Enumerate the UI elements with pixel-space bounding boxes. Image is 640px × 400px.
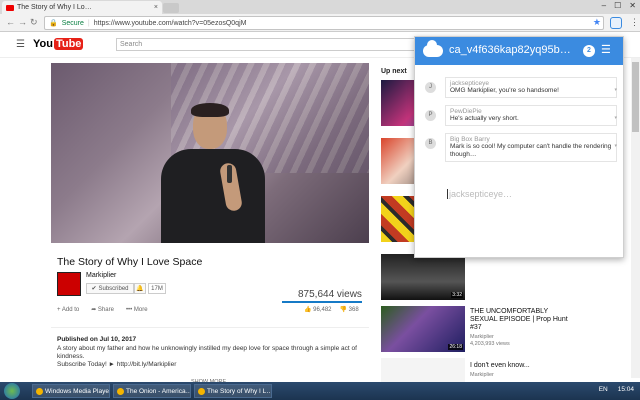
publish-date: Published on Jul 10, 2017 [57,336,137,343]
sidebar-thumbnail[interactable]: 26:18 [381,306,465,352]
search-input[interactable]: Search [116,38,416,51]
reload-icon[interactable]: ↻ [30,17,38,28]
forward-icon[interactable]: → [18,17,27,27]
thumbs-down-icon: 👎 [339,307,347,313]
like-ratio-bar [282,301,362,303]
taskbar-item-onion[interactable]: The Onion - America… [113,384,191,398]
sidebar-channel: Markiplier [470,334,494,340]
youtube-logo[interactable]: You Tube [33,38,84,50]
view-count: 875,644 views [298,289,362,300]
plus-icon: + [57,306,61,313]
avatar: P [425,110,436,121]
sidebar-views: 4,203,993 views [470,341,510,347]
close-icon[interactable]: × [154,4,158,11]
url-input[interactable]: 🔒 Secure | https://www.youtube.com/watch… [44,16,604,30]
chat-header: ca_v4f636kap82yq95b… 2 ☰ [415,37,623,65]
system-tray: EN 15:04 [599,386,634,393]
channel-name[interactable]: Markiplier [86,272,116,279]
more-button[interactable]: ••• More [126,307,148,313]
like-button[interactable]: 👍 96,482 [304,306,332,313]
message-author: Big Box Barry [450,136,490,143]
tab-title: The Story of Why I Lo… [17,4,92,11]
chat-popup: ca_v4f636kap82yq95b… 2 ☰ J jacksepticeye… [414,36,624,258]
video-duration: 26:18 [448,344,463,350]
start-button[interactable] [4,383,20,399]
message-author: PewDiePie [450,108,482,115]
avatar: J [425,82,436,93]
bookmark-star-icon[interactable]: ★ [593,17,601,28]
message-author: jacksepticeye [450,80,490,87]
chevron-down-icon[interactable]: ▾ [614,115,617,121]
microphone-icon [227,165,232,183]
video-duration: 3:32 [451,292,463,298]
guide-menu-icon[interactable]: ☰ [16,39,25,50]
clock[interactable]: 15:04 [618,386,634,393]
add-to-button[interactable]: + Add to [57,307,79,313]
language-indicator[interactable]: EN [599,386,608,393]
share-button[interactable]: ➦ Share [91,306,114,313]
video-title: The Story of Why I Love Space [57,256,203,268]
sidebar-video-title[interactable]: THE UNCOMFORTABLY SEXUAL EPISODE | Prop … [470,308,570,332]
tab-youtube[interactable]: The Story of Why I Lo… × [2,1,162,14]
dislike-button[interactable]: 👎 368 [340,306,359,313]
chevron-down-icon[interactable]: ▾ [614,143,617,149]
sidebar-channel: Markiplier [470,372,494,378]
share-icon: ➦ [91,307,97,313]
avatar: B [425,138,436,149]
message-body: He's actually very short. [450,115,519,122]
subscribe-button[interactable]: ✔ Subscribed [86,283,134,294]
message-body: Mark is so cool! My computer can't handl… [450,143,612,158]
sidebar-thumbnail[interactable] [381,358,465,382]
browser-tabstrip: The Story of Why I Lo… × – ☐ ✕ [0,0,640,14]
browser-menu-icon[interactable]: ⋮ [630,17,639,28]
page-scrollbar[interactable] [631,58,640,378]
message-input[interactable]: jacksepticeye… [447,189,512,199]
chat-message: J jacksepticeye OMG Markiplier, you're s… [421,77,621,99]
close-window-icon[interactable]: ✕ [629,1,636,10]
taskbar-item-story[interactable]: The Story of Why I L… [194,384,272,398]
chevron-down-icon[interactable]: ▾ [614,87,617,93]
sidebar-thumbnail[interactable]: 3:32 [381,254,465,300]
up-next-heading: Up next [381,68,407,75]
subscriber-count: 17M [148,283,166,294]
window-controls: – ☐ ✕ [602,1,636,10]
youtube-icon [6,4,14,11]
notification-bell-icon[interactable]: 🔔 [134,283,146,294]
minimize-icon[interactable]: – [602,1,606,10]
description-link[interactable]: Subscribe Today! ► http://bit.ly/Markipl… [57,361,357,369]
description-text: A story about my father and how he unkno… [57,345,357,360]
hamburger-menu-icon[interactable]: ☰ [601,43,611,56]
video-actions: + Add to ➦ Share ••• More [57,306,148,314]
more-dots-icon: ••• [125,306,133,313]
url-text: https://www.youtube.com/watch?v=05ezosQ0… [93,19,247,27]
room-id: ca_v4f636kap82yq95b… [449,44,571,56]
new-tab-button[interactable] [163,3,179,13]
video-frame-speaker [153,103,273,243]
user-count-badge: 2 [583,45,595,57]
video-description: Published on Jul 10, 2017 A story about … [51,327,369,385]
chat-message: B Big Box Barry Mark is so cool! My comp… [421,133,621,169]
windows-taskbar: Windows Media Player The Onion - America… [0,382,640,400]
secure-label: Secure [61,19,84,27]
sidebar-video-title[interactable]: I don't even know... [470,362,570,370]
message-body: OMG Markiplier, you're so handsome! [450,87,559,94]
cloud-icon [423,40,443,57]
like-dislike: 👍 96,482 👎 368 [304,306,359,313]
video-player[interactable] [51,63,369,243]
taskbar-item-media-player[interactable]: Windows Media Player [32,384,110,398]
chat-extension-icon[interactable] [610,17,622,29]
back-icon[interactable]: ← [6,17,15,27]
lock-icon: 🔒 [49,20,58,27]
channel-avatar[interactable] [57,272,81,296]
address-bar: ← → ↻ 🔒 Secure | https://www.youtube.com… [0,14,640,32]
maximize-icon[interactable]: ☐ [614,1,621,10]
chat-message: P PewDiePie He's actually very short. ▾ [421,105,621,127]
check-icon: ✔ [91,286,97,292]
thumbs-up-icon: 👍 [304,307,312,313]
